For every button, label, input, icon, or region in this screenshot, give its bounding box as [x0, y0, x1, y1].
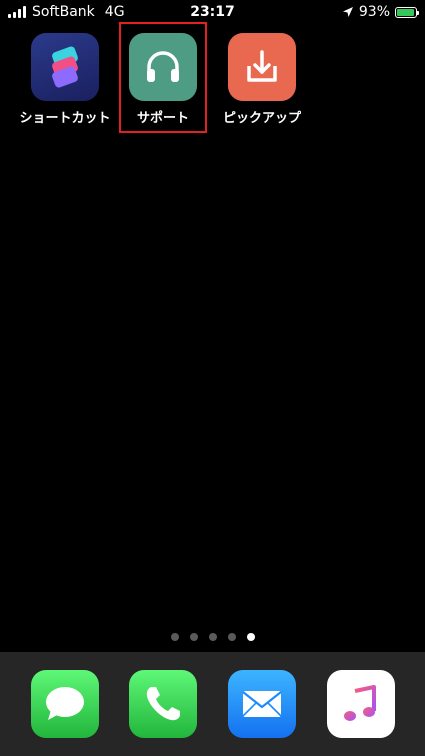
highlight-box [119, 22, 207, 133]
page-dot[interactable] [170, 633, 179, 641]
page-indicator[interactable] [0, 633, 425, 641]
dock-music[interactable] [327, 670, 395, 738]
envelope-icon [242, 691, 282, 717]
battery-charging-icon [395, 6, 419, 18]
page-dot[interactable] [189, 633, 198, 641]
dock-messages[interactable] [31, 670, 99, 738]
status-right: 93% [342, 0, 419, 24]
battery-fill [397, 8, 414, 16]
phone-handset-icon [146, 687, 180, 721]
location-arrow-icon [342, 7, 353, 17]
dock-phone[interactable] [129, 670, 197, 738]
battery-percent: 93% [358, 4, 390, 20]
page-dot[interactable] [208, 633, 217, 641]
page-dot-active[interactable] [246, 633, 255, 641]
message-bubble-icon [46, 687, 84, 720]
music-note-icon [344, 685, 376, 721]
dock-mail[interactable] [228, 670, 296, 738]
app-pickup[interactable]: ピックアップ [212, 33, 312, 126]
page-dot[interactable] [227, 633, 236, 641]
app-label: ショートカット [19, 111, 111, 126]
shortcuts-icon [31, 33, 99, 101]
dock [0, 652, 425, 756]
home-screen: SoftBank 4G 23:17 93% ショートカット サポート ピックアッ… [0, 0, 425, 756]
status-bar: SoftBank 4G 23:17 93% [0, 0, 425, 24]
download-tray-icon [228, 33, 296, 101]
app-label: ピックアップ [222, 111, 301, 126]
app-shortcuts[interactable]: ショートカット [15, 33, 115, 126]
